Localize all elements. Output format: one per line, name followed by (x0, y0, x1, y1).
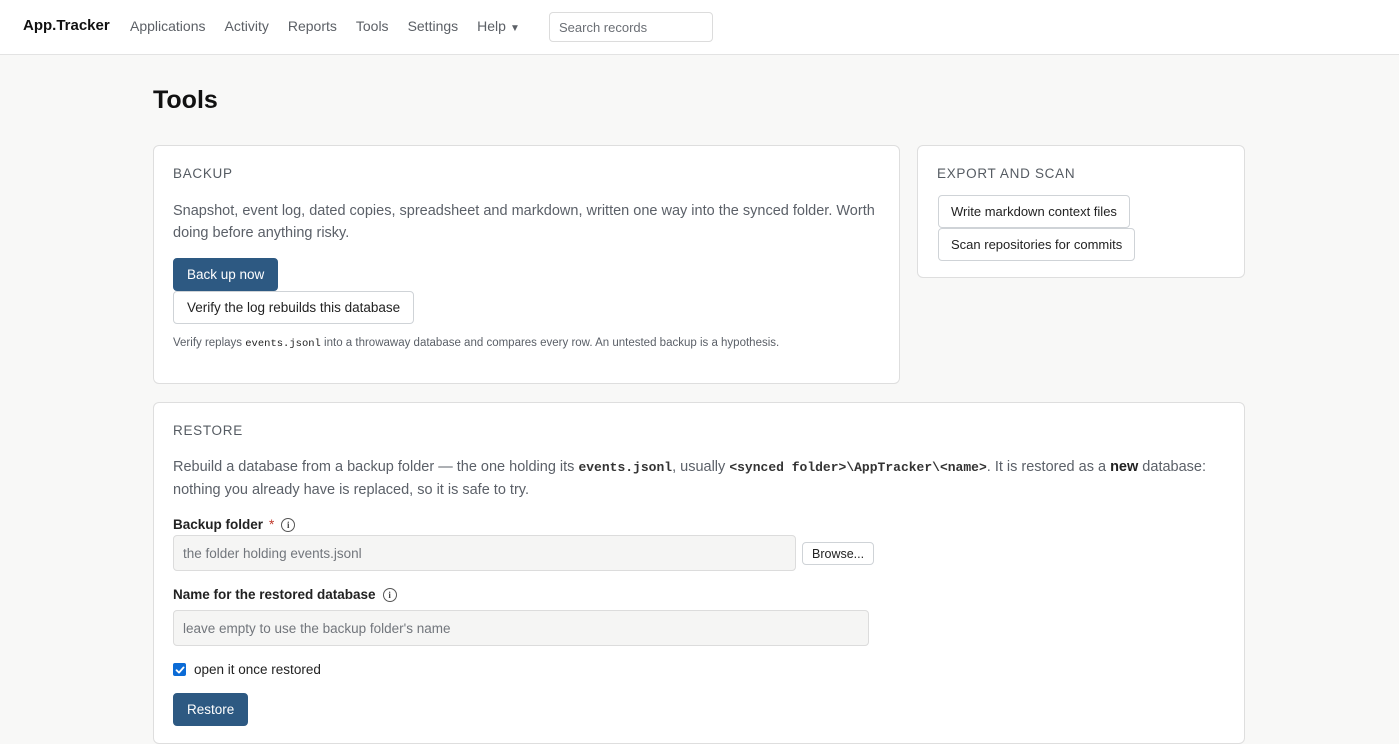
app-brand[interactable]: App.Tracker (23, 17, 110, 34)
help-label: Help (477, 18, 506, 34)
scan-repositories-button[interactable]: Scan repositories for commits (938, 228, 1136, 261)
restore-desc-text-1: Rebuild a database from a backup folder … (173, 459, 579, 475)
backup-card: BACKUP Snapshot, event log, dated copies… (153, 145, 900, 384)
backup-folder-label-text: Backup folder (173, 517, 264, 532)
backup-note: Verify replays events.jsonl into a throw… (173, 337, 779, 350)
nav-item-settings[interactable]: Settings (408, 18, 459, 34)
restored-name-input[interactable] (173, 610, 869, 646)
backup-folder-input[interactable] (173, 535, 796, 571)
restore-heading: RESTORE (173, 423, 243, 438)
nav-item-help[interactable]: Help ▼ (477, 18, 520, 34)
backup-note-prefix: Verify replays (173, 337, 246, 349)
restore-desc-text-2: , usually (672, 459, 730, 475)
backup-heading: BACKUP (173, 166, 233, 181)
restore-card: RESTORE Rebuild a database from a backup… (153, 402, 1245, 744)
nav-item-activity[interactable]: Activity (225, 18, 269, 34)
verify-log-button[interactable]: Verify the log rebuilds this database (173, 291, 415, 324)
restore-desc-code-2: <synced folder>\AppTracker\<name> (729, 460, 987, 475)
info-icon[interactable]: i (281, 517, 296, 532)
nav-item-reports[interactable]: Reports (288, 18, 337, 34)
search-input[interactable] (549, 12, 713, 42)
restored-name-label: Name for the restored database i (173, 587, 397, 602)
nav-item-applications[interactable]: Applications (130, 18, 206, 34)
restore-description: Rebuild a database from a backup folder … (173, 456, 1213, 501)
open-once-restored-label[interactable]: open it once restored (194, 662, 321, 677)
required-marker: * (269, 517, 275, 532)
open-once-restored-row: open it once restored (173, 662, 321, 677)
backup-description: Snapshot, event log, dated copies, sprea… (173, 203, 875, 241)
open-once-restored-checkbox[interactable] (173, 663, 186, 676)
export-heading: EXPORT AND SCAN (937, 166, 1076, 181)
write-markdown-button[interactable]: Write markdown context files (938, 195, 1130, 228)
restore-desc-code-1: events.jsonl (578, 460, 673, 475)
top-navbar: App.Tracker Applications Activity Report… (0, 0, 1399, 55)
backup-note-suffix: into a throwaway database and compares e… (320, 337, 780, 349)
caret-down-icon: ▼ (509, 23, 520, 34)
info-icon[interactable]: i (382, 587, 397, 602)
restore-desc-strong: new (1110, 459, 1139, 475)
restore-desc-text-3: . It is restored as a (986, 459, 1111, 475)
backup-note-code: events.jsonl (245, 338, 321, 350)
browse-button[interactable]: Browse... (802, 542, 875, 565)
export-scan-card: EXPORT AND SCAN Write markdown context f… (917, 145, 1245, 278)
page-title: Tools (153, 86, 218, 114)
restore-button[interactable]: Restore (173, 693, 249, 726)
restored-name-label-text: Name for the restored database (173, 587, 376, 602)
checkmark-icon (175, 666, 184, 673)
nav-item-tools[interactable]: Tools (356, 18, 389, 34)
nav-links: Applications Activity Reports Tools Sett… (130, 18, 539, 34)
backup-folder-label: Backup folder * i (173, 517, 296, 532)
back-up-now-button[interactable]: Back up now (173, 258, 279, 291)
